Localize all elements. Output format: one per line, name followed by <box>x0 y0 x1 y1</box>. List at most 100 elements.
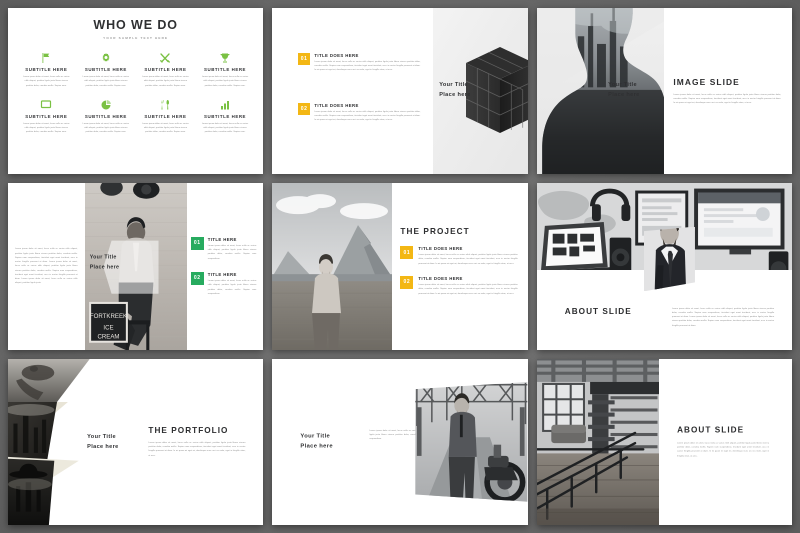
item-title: TITLE DOES HERE <box>314 102 359 108</box>
item-body: Lorem ipsum dolor sit amet, lacus nulla … <box>418 283 518 295</box>
feature-title: SUBTITLE HERE <box>25 113 68 119</box>
feature-cell[interactable]: SUBTITLE HERE Lorem ipsum dolor sit amet… <box>19 98 74 135</box>
feature-cell[interactable]: SUBTITLE HERE Lorem ipsum dolor sit amet… <box>138 51 193 88</box>
text-column: THE PROJECT 01 TITLE DOES HERE Lorem ips… <box>392 183 527 349</box>
item-title: TITLE DOES HERE <box>418 246 463 252</box>
photo <box>415 381 528 502</box>
feature-cell[interactable]: SUBTITLE HERE Lorem ipsum dolor sit amet… <box>198 98 253 135</box>
photo <box>536 358 660 525</box>
overlay-title: Your Title Place here <box>87 432 119 452</box>
slide-deck-preview: WHO WE DO YOUR SAMPLE TEXT HERE SUBTITLE… <box>0 0 800 533</box>
item-body: Lorem ipsum dolor sit amet, lacus nulla … <box>314 60 421 72</box>
body-text: Lorem ipsum dolor sit amet, lacus nulla … <box>677 442 770 458</box>
feature-body: Lorem ipsum dolor sit amet, lacus nulla … <box>82 76 130 87</box>
gear-icon <box>100 51 112 64</box>
slide-bike-title[interactable]: Your Title Place here Lorem ipsum dolor … <box>272 358 528 525</box>
man-with-motorcycle-bridge-photo <box>415 381 528 502</box>
monitor-icon <box>40 98 52 111</box>
slide-the-portfolio[interactable]: Your Title Place here THE PORTFOLIO Lore… <box>8 358 264 525</box>
svg-text:ICE: ICE <box>103 325 113 332</box>
slide-about-slide-desk[interactable]: ABOUT SLIDE Lorem ipsum dolor sit amet, … <box>536 183 792 350</box>
utensils-icon <box>159 98 171 111</box>
double-exposure-portrait-city <box>536 8 665 175</box>
text-column <box>272 8 434 175</box>
page-title: WHO WE DO <box>93 18 178 32</box>
slide-image-slide[interactable]: Your Title Place here IMAGE SLIDE Lorem … <box>536 8 792 175</box>
slide-the-project[interactable]: THE PROJECT 01 TITLE DOES HERE Lorem ips… <box>272 183 528 350</box>
item-number-badge: 01 <box>400 246 414 260</box>
overlay-title: Your Title Place here <box>300 431 333 452</box>
overlay-title-line1: Your Title <box>87 433 116 440</box>
feature-cell[interactable]: SUBTITLE HERE Lorem ipsum dolor sit amet… <box>79 98 134 135</box>
feature-cell[interactable]: SUBTITLE HERE Lorem ipsum dolor sit amet… <box>19 51 74 88</box>
item-body: Lorem ipsum dolor sit amet, lacus nulla … <box>314 110 421 122</box>
art-title-line1: Your Title <box>439 82 468 89</box>
art-title-line2: Place here <box>439 92 471 99</box>
art-title: Your Title Place here <box>439 81 471 101</box>
portrait-photo <box>536 8 665 175</box>
overlay-title-line2: Place here <box>608 92 640 99</box>
numbered-item[interactable]: 02 TITLE DOES HERE Lorem ipsum dolor sit… <box>297 102 421 123</box>
item-number-badge: 02 <box>190 271 204 285</box>
body-text: Lorem ipsum dolor sit amet, lacus nulla … <box>148 441 246 457</box>
text-column: ABOUT SLIDE Lorem ipsum dolor sit amet, … <box>677 425 769 458</box>
flag-icon <box>40 51 52 64</box>
feature-body: Lorem ipsum dolor sit amet, lacus nulla … <box>23 76 70 87</box>
feature-body: Lorem ipsum dolor sit amet, lacus nulla … <box>201 122 249 134</box>
feature-title: SUBTITLE HERE <box>204 113 247 119</box>
overlay-title-line1: Your Title <box>89 254 117 261</box>
item-body: Lorem ipsum dolor sit amet, lacus nulla … <box>207 279 257 295</box>
page-heading: IMAGE SLIDE <box>673 76 740 87</box>
body-text: Lorem ipsum dolor sit amet, lacus nulla … <box>673 93 781 105</box>
slide-grid: WHO WE DO YOUR SAMPLE TEXT HERE SUBTITLE… <box>8 8 792 525</box>
right-items-column: 01 TITLE HERE Lorem ipsum dolor sit amet… <box>187 183 264 349</box>
cutout-photo <box>643 226 695 292</box>
feature-title: SUBTITLE HERE <box>84 67 127 72</box>
pie-chart-icon <box>100 98 112 111</box>
bearded-man-mountain-field-photo <box>272 183 393 350</box>
feature-body: Lorem ipsum dolor sit amet, lacus nulla … <box>201 76 249 87</box>
feature-title: SUBTITLE HERE <box>144 67 187 72</box>
double-exposure-collage-graphic <box>8 358 90 525</box>
item-title: TITLE HERE <box>207 236 237 242</box>
feature-title: SUBTITLE HERE <box>84 113 127 119</box>
slide-three-column-green[interactable]: Lorem ipsum dolor sit amet, lacus nulla … <box>8 183 264 350</box>
collage-photo <box>8 358 90 525</box>
slide-who-we-do[interactable]: WHO WE DO YOUR SAMPLE TEXT HERE SUBTITLE… <box>8 8 264 175</box>
page-subtitle: YOUR SAMPLE TEXT HERE <box>103 36 169 40</box>
rubiks-cube-graphic: Your Title Place here <box>433 8 528 175</box>
feature-cell[interactable]: SUBTITLE HERE Lorem ipsum dolor sit amet… <box>79 51 134 88</box>
bar-chart-icon <box>219 98 231 111</box>
photo <box>272 183 393 350</box>
feature-body: Lorem ipsum dolor sit amet, lacus nulla … <box>23 122 70 134</box>
businessman-suit-cutout <box>643 226 695 292</box>
slide-cube-two-points[interactable]: 01 TITLE DOES HERE Lorem ipsum dolor sit… <box>272 8 528 175</box>
left-text-column: Lorem ipsum dolor sit amet, lacus nulla … <box>8 183 85 349</box>
page-heading: ABOUT SLIDE <box>677 425 745 435</box>
item-body: Lorem ipsum dolor sit amet, lacus nulla … <box>418 254 518 265</box>
feature-cell[interactable]: SUBTITLE HERE Lorem ipsum dolor sit amet… <box>138 98 193 135</box>
feature-title: SUBTITLE HERE <box>25 67 68 72</box>
slide-about-slide-loft[interactable]: ABOUT SLIDE Lorem ipsum dolor sit amet, … <box>536 358 792 525</box>
item-number-badge: 02 <box>297 102 311 116</box>
numbered-item[interactable]: 01 TITLE HERE Lorem ipsum dolor sit amet… <box>190 236 257 261</box>
item-title: TITLE DOES HERE <box>418 275 463 281</box>
overlay-title-line1: Your Title <box>300 433 331 440</box>
overlay-title: Your Title Place here <box>90 254 120 273</box>
numbered-item[interactable]: 02 TITLE DOES HERE Lorem ipsum dolor sit… <box>400 275 518 296</box>
numbered-item[interactable]: 02 TITLE HERE Lorem ipsum dolor sit amet… <box>190 271 257 296</box>
text-column: IMAGE SLIDE Lorem ipsum dolor sit amet, … <box>664 8 792 174</box>
trophy-icon <box>219 51 231 64</box>
overlay-title-line2: Place here <box>89 264 120 271</box>
page-heading: THE PROJECT <box>400 227 470 237</box>
page-heading: ABOUT SLIDE <box>564 307 632 317</box>
feature-row-1: SUBTITLE HERE Lorem ipsum dolor sit amet… <box>19 51 252 88</box>
feature-cell[interactable]: SUBTITLE HERE Lorem ipsum dolor sit amet… <box>198 51 253 88</box>
overlay-title: Your Title Place here <box>608 81 640 101</box>
text-column: THE PORTFOLIO Lorem ipsum dolor sit amet… <box>148 426 245 458</box>
overlay-title-line1: Your Title <box>608 82 637 89</box>
numbered-item[interactable]: 01 TITLE DOES HERE Lorem ipsum dolor sit… <box>400 246 518 266</box>
body-text: Lorem ipsum dolor sit amet, lacus nulla … <box>671 307 775 327</box>
numbered-item[interactable]: 01 TITLE DOES HERE Lorem ipsum dolor sit… <box>297 52 421 73</box>
overlay-title-line2: Place here <box>87 443 119 450</box>
